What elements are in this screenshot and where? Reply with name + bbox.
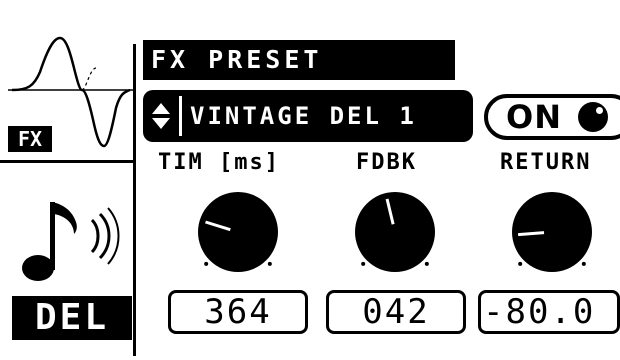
selector-divider — [179, 96, 182, 136]
toggle-label: ON — [506, 98, 562, 136]
toggle-indicator-icon — [577, 102, 608, 132]
fx-label: FX — [18, 127, 42, 151]
knob-label-feedback: FDBK — [356, 150, 417, 175]
music-note-sound-icon — [22, 202, 120, 281]
knob-tick-mark — [581, 261, 586, 266]
page-title: FX PRESET — [143, 40, 455, 80]
knob-label-return: RETURN — [500, 150, 592, 175]
feedback-knob[interactable] — [343, 184, 447, 280]
knob-tick-mark — [518, 261, 523, 266]
feedback-value-field[interactable]: 042 — [326, 290, 466, 334]
preset-selector[interactable]: VINTAGE DEL 1 — [143, 90, 473, 142]
on-off-toggle[interactable]: ON — [484, 94, 620, 140]
knob-body — [198, 192, 278, 272]
return-knob[interactable] — [500, 184, 604, 280]
time-knob[interactable] — [186, 184, 290, 280]
preset-name: VINTAGE DEL 1 — [190, 102, 417, 130]
knob-pointer — [517, 231, 545, 237]
knob-tick-mark — [424, 261, 429, 266]
knob-tick-mark — [204, 261, 209, 266]
knob-tick-mark — [361, 261, 366, 266]
time-value-field[interactable]: 364 — [168, 290, 308, 334]
return-value-field[interactable]: -80.0 — [478, 290, 620, 334]
knob-tick-mark — [267, 261, 272, 266]
up-down-arrows-icon[interactable] — [143, 90, 179, 142]
knob-body — [355, 192, 435, 272]
knob-body — [512, 192, 592, 272]
sidebar-divider — [0, 160, 136, 163]
column-divider — [133, 44, 136, 356]
fx-waveform-icon: FX — [8, 36, 133, 152]
knob-label-time: TIM [ms] — [158, 150, 280, 175]
mode-badge: DEL — [12, 296, 132, 340]
